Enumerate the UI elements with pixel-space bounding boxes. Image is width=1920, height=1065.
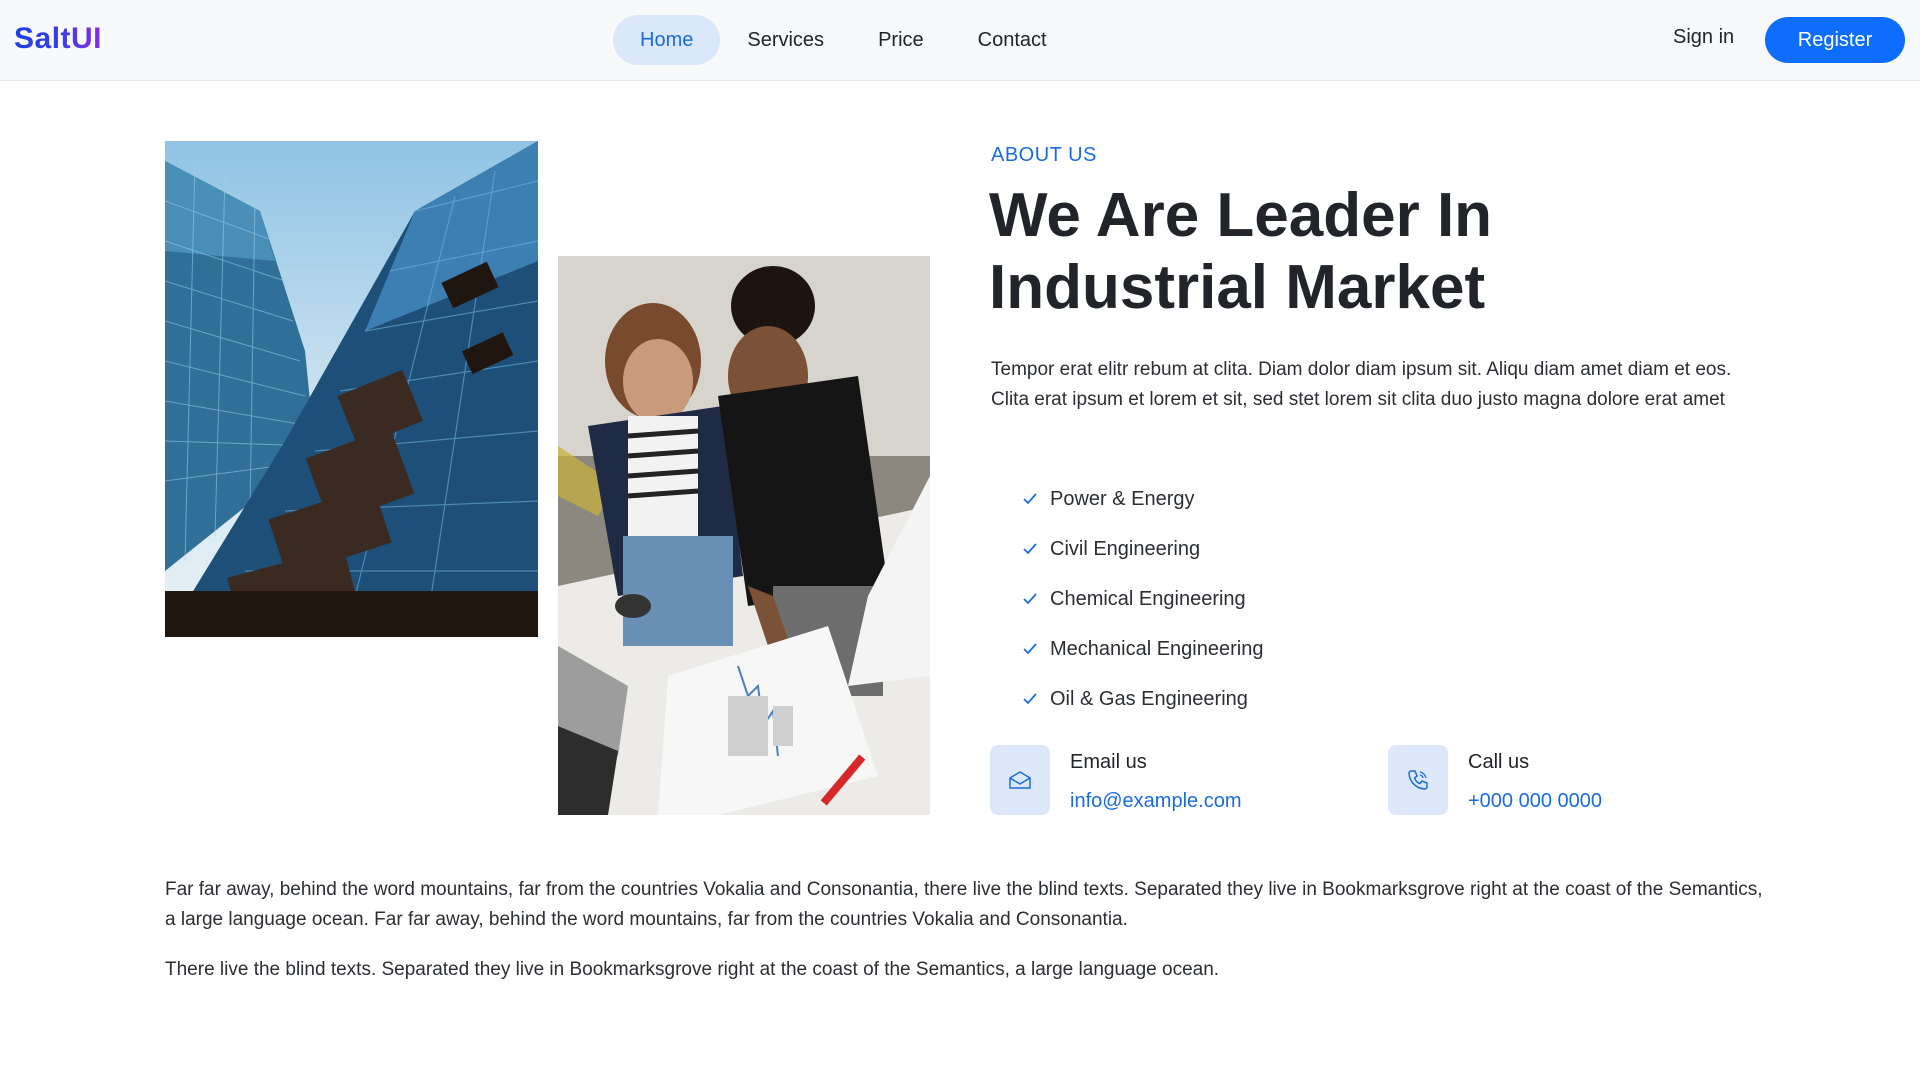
feature-item: Power & Energy (1020, 474, 1263, 524)
check-icon (1020, 689, 1040, 709)
envelope-icon (990, 745, 1050, 815)
feature-list: Power & Energy Civil Engineering Chemica… (1020, 474, 1263, 724)
sign-in-link[interactable]: Sign in (1673, 26, 1734, 49)
email-contact: Email us info@example.com (990, 745, 1241, 815)
email-link[interactable]: info@example.com (1070, 790, 1241, 813)
nav-link-home[interactable]: Home (613, 15, 721, 65)
feature-label: Civil Engineering (1050, 537, 1201, 560)
check-icon (1020, 539, 1040, 559)
title-line-2: Industrial Market (989, 253, 1486, 322)
phone-contact: Call us +000 000 0000 (1388, 745, 1602, 815)
team-illustration (558, 256, 930, 815)
email-label: Email us (1070, 751, 1147, 773)
body-paragraph-1: Far far away, behind the word mountains,… (165, 879, 1763, 930)
feature-label: Mechanical Engineering (1050, 637, 1264, 660)
building-photo (165, 141, 538, 637)
team-working-photo (558, 256, 930, 815)
feature-item: Oil & Gas Engineering (1020, 674, 1263, 724)
nav-link-price[interactable]: Price (851, 15, 951, 65)
body-paragraph-2: There live the blind texts. Separated th… (165, 959, 1220, 980)
feature-item: Mechanical Engineering (1020, 624, 1263, 674)
about-description: Tempor erat elitr rebum at clita. Diam d… (991, 359, 1732, 410)
check-icon (1020, 639, 1040, 659)
phone-link[interactable]: +000 000 0000 (1468, 790, 1602, 813)
brand-logo[interactable]: SaltUI (14, 22, 102, 56)
building-illustration (165, 141, 538, 637)
title-line-1: We Are Leader In (989, 181, 1493, 250)
register-button[interactable]: Register (1765, 17, 1905, 63)
feature-label: Chemical Engineering (1050, 587, 1246, 610)
call-label: Call us (1468, 751, 1530, 773)
top-navbar: SaltUI Home Services Price Contact Sign … (0, 0, 1920, 81)
nav-link-services[interactable]: Services (720, 15, 851, 65)
page-title: We Are Leader In Industrial Market (989, 180, 1609, 324)
section-eyebrow: ABOUT US (991, 144, 1097, 166)
phone-icon (1388, 745, 1448, 815)
main-nav: Home Services Price Contact (613, 15, 1074, 65)
feature-label: Power & Energy (1050, 487, 1195, 510)
nav-link-contact[interactable]: Contact (951, 15, 1074, 65)
check-icon (1020, 589, 1040, 609)
feature-item: Chemical Engineering (1020, 574, 1263, 624)
check-icon (1020, 489, 1040, 509)
feature-label: Oil & Gas Engineering (1050, 687, 1248, 710)
feature-item: Civil Engineering (1020, 524, 1263, 574)
